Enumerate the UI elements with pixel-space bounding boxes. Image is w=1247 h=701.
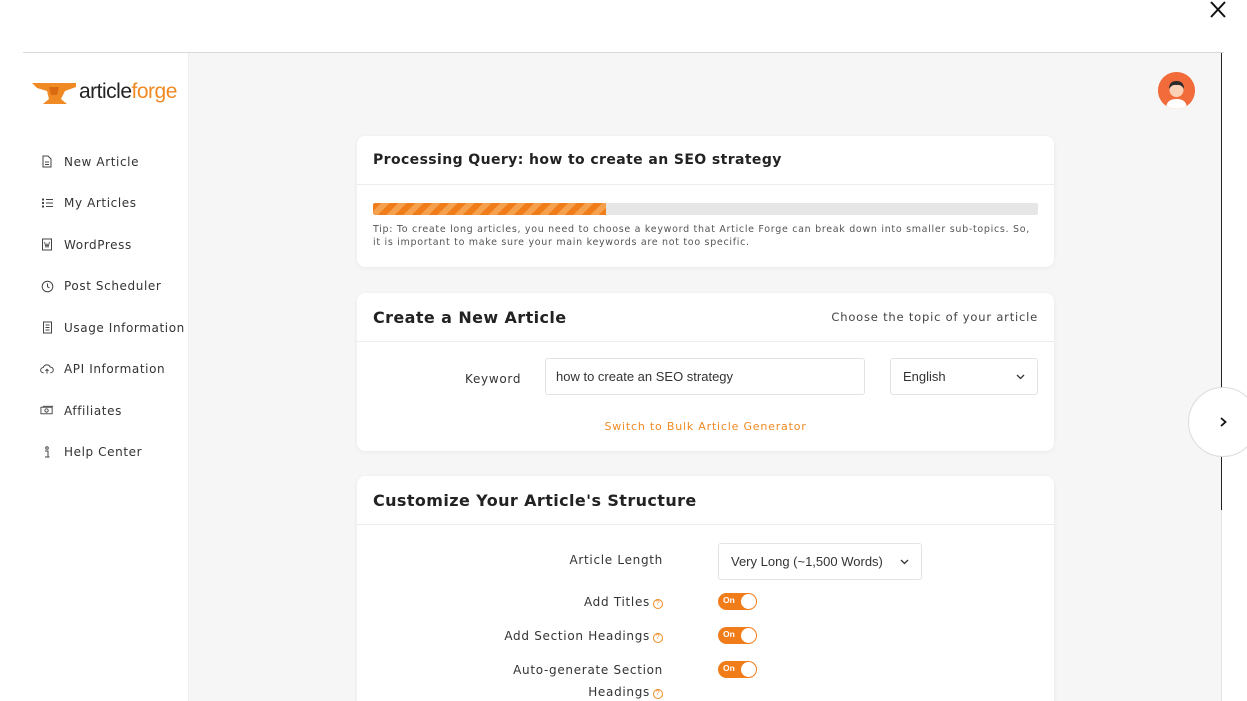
close-button[interactable] [1205, 0, 1231, 20]
sidebar: articleforge New Article My Articles Wor… [23, 53, 189, 701]
clock-icon [40, 279, 54, 293]
add-section-headings-toggle[interactable]: On [718, 627, 757, 644]
sidebar-item-my-articles[interactable]: My Articles [23, 183, 189, 225]
language-select[interactable]: English [890, 358, 1038, 395]
logo[interactable]: articleforge [31, 75, 177, 109]
tip-text: Tip: To create long articles, you need t… [373, 224, 1030, 248]
logo-text-forge: forge [131, 80, 178, 103]
auto-generate-headings-label: Auto-generate Section [513, 663, 663, 677]
help-circle-icon[interactable]: ? [653, 633, 663, 643]
auto-generate-headings-label-line2: Headings [588, 685, 650, 699]
article-length-value: Very Long (~1,500 Words) [731, 554, 883, 569]
sidebar-item-label: Affiliates [64, 403, 122, 418]
money-icon [40, 404, 54, 418]
language-select-value: English [903, 369, 946, 384]
add-section-headings-label: Add Section Headings [504, 629, 650, 643]
create-article-title: Create a New Article [373, 307, 567, 327]
add-titles-label: Add Titles [583, 595, 650, 609]
auto-generate-headings-toggle[interactable]: On [718, 661, 757, 678]
add-titles-toggle[interactable]: On [718, 593, 757, 610]
processing-card: Processing Query: how to create an SEO s… [357, 136, 1054, 267]
sidebar-item-post-scheduler[interactable]: Post Scheduler [23, 266, 189, 308]
article-length-select[interactable]: Very Long (~1,500 Words) [718, 543, 922, 580]
keyword-label: Keyword [465, 372, 522, 386]
chevron-down-icon [1016, 374, 1025, 379]
structure-card: Customize Your Article's Structure Artic… [357, 476, 1054, 701]
wordpress-icon [40, 238, 54, 252]
toggle-state: On [723, 595, 735, 605]
sidebar-item-usage-information[interactable]: Usage Information [23, 307, 189, 349]
sidebar-item-label: My Articles [64, 196, 137, 211]
article-length-label: Article Length [569, 553, 663, 567]
processing-title: Processing Query: how to create an SEO s… [373, 152, 782, 168]
document-icon [40, 155, 54, 169]
toggle-state: On [723, 629, 735, 639]
chevron-right-icon [1220, 417, 1227, 427]
sidebar-item-new-article[interactable]: New Article [23, 141, 189, 183]
create-article-subtitle: Choose the topic of your article [831, 310, 1038, 324]
help-circle-icon[interactable]: ? [653, 599, 663, 609]
receipt-icon [40, 321, 54, 335]
right-edge-divider-lower [1221, 510, 1222, 701]
sidebar-item-label: Usage Information [64, 320, 185, 335]
auto-generate-headings-row-label: Auto-generate Section Headings? [457, 659, 663, 701]
bulk-generator-link[interactable]: Switch to Bulk Article Generator [357, 420, 1054, 433]
sidebar-item-affiliates[interactable]: Affiliates [23, 390, 189, 432]
create-article-card: Create a New Article Choose the topic of… [357, 293, 1054, 451]
keyword-input[interactable] [545, 358, 865, 395]
sidebar-item-api-information[interactable]: API Information [23, 349, 189, 391]
chevron-down-icon [900, 559, 909, 564]
list-icon [40, 196, 54, 210]
progress-fill [373, 203, 606, 215]
sidebar-nav: New Article My Articles WordPress Post S… [23, 141, 189, 473]
sidebar-item-label: API Information [64, 362, 166, 377]
close-icon [1210, 1, 1226, 18]
sidebar-item-help-center[interactable]: Help Center [23, 432, 189, 474]
progress-bar [373, 203, 1038, 215]
help-circle-icon[interactable]: ? [653, 689, 663, 699]
sidebar-item-label: WordPress [64, 237, 132, 252]
info-icon [40, 445, 54, 459]
anvil-icon [32, 83, 76, 104]
structure-title: Customize Your Article's Structure [373, 490, 697, 510]
sidebar-item-label: New Article [64, 154, 140, 169]
add-section-headings-row-label: Add Section Headings? [457, 625, 663, 647]
cloud-upload-icon [40, 362, 54, 376]
avatar-person-icon [1158, 72, 1195, 109]
sidebar-item-wordpress[interactable]: WordPress [23, 224, 189, 266]
add-titles-row-label: Add Titles? [457, 591, 663, 613]
user-avatar[interactable] [1158, 72, 1195, 109]
sidebar-item-label: Help Center [64, 445, 143, 460]
toggle-state: On [723, 663, 735, 673]
logo-text-article: article [79, 80, 132, 103]
sidebar-item-label: Post Scheduler [64, 279, 162, 294]
